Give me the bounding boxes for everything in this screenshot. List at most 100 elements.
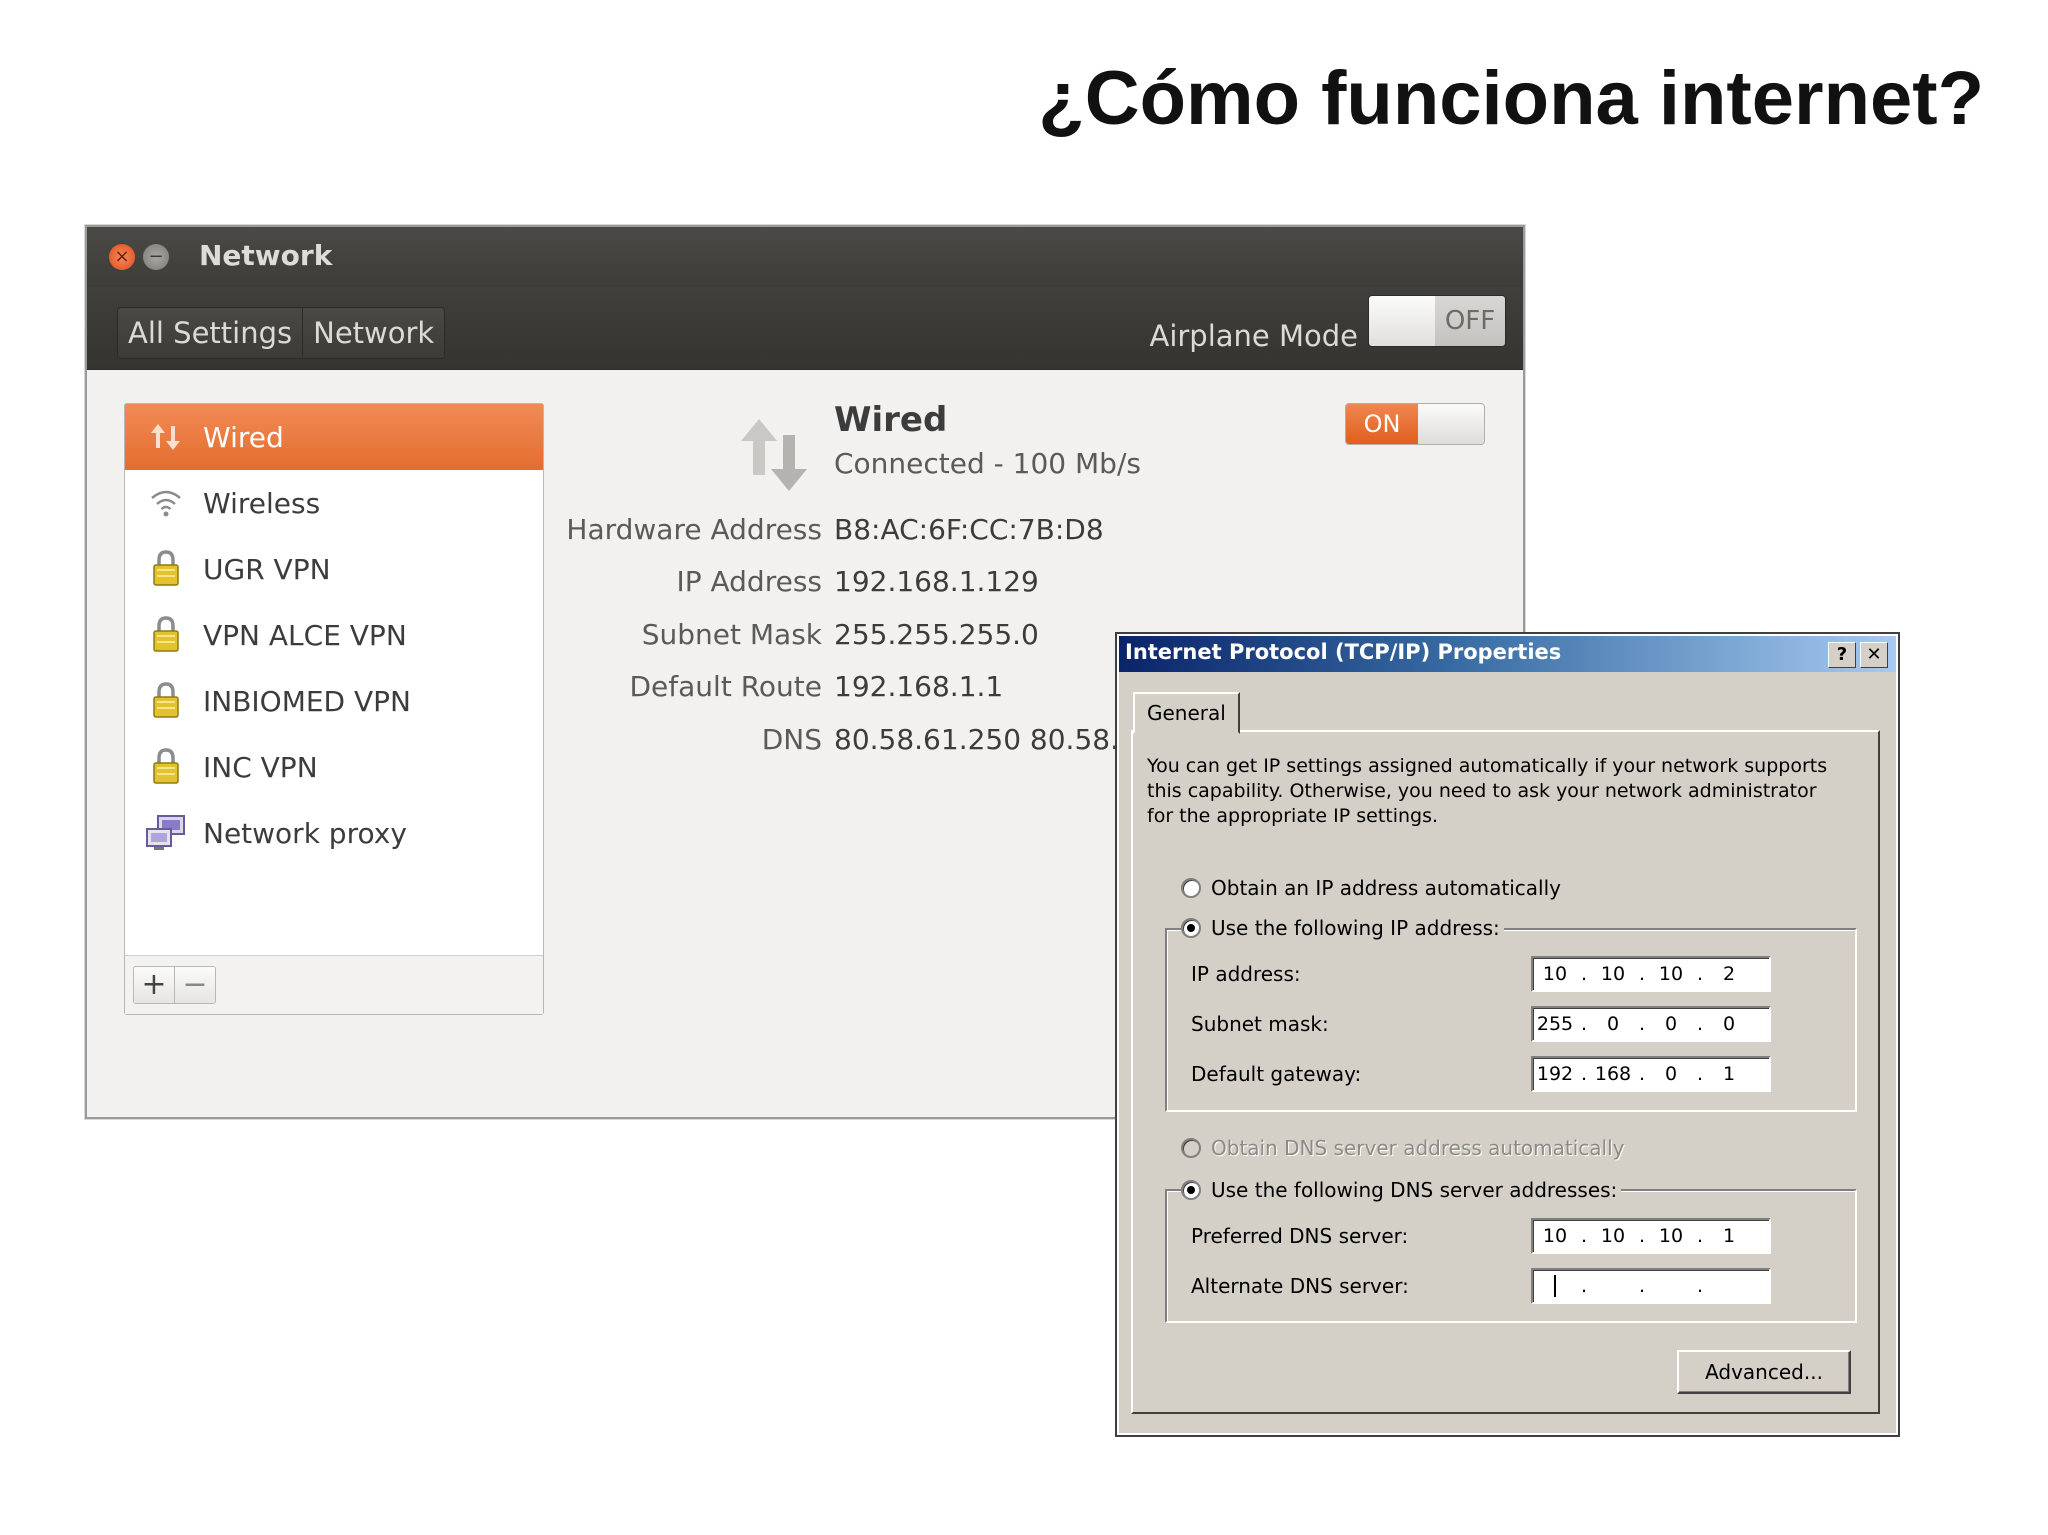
octet: 1 bbox=[1722, 1063, 1736, 1085]
advanced-button[interactable]: Advanced... bbox=[1677, 1350, 1851, 1394]
alternate-dns-label: Alternate DNS server: bbox=[1191, 1274, 1409, 1298]
preferred-dns-label: Preferred DNS server: bbox=[1191, 1224, 1409, 1248]
sidebar-item-network-proxy[interactable]: Network proxy bbox=[125, 800, 543, 866]
octet-dot: . bbox=[1638, 1013, 1646, 1035]
octet-dot: . bbox=[1696, 1275, 1704, 1297]
connection-title: Wired bbox=[834, 400, 948, 440]
octet: 168 bbox=[1594, 1063, 1632, 1085]
ip-address-row: IP address: 10. 10. 10. 2 bbox=[1191, 956, 1771, 992]
sidebar-item-label: UGR VPN bbox=[203, 552, 331, 586]
radio-label: Use the following IP address: bbox=[1211, 916, 1500, 940]
wired-arrows-icon bbox=[137, 422, 195, 452]
property-value: 192.168.1.129 bbox=[834, 565, 1039, 598]
close-icon[interactable]: × bbox=[109, 244, 135, 270]
breadcrumb-network[interactable]: Network bbox=[302, 308, 445, 358]
text-cursor bbox=[1554, 1275, 1556, 1298]
tab-general[interactable]: General bbox=[1133, 692, 1240, 734]
subnet-mask-label: Subnet mask: bbox=[1191, 1012, 1329, 1036]
octet-dot: . bbox=[1580, 1225, 1588, 1247]
window-title: Network bbox=[199, 239, 333, 272]
radio-label: Obtain DNS server address automatically bbox=[1211, 1136, 1625, 1160]
octet: 10 bbox=[1600, 1225, 1626, 1247]
radio-obtain-dns-auto[interactable]: Obtain DNS server address automatically bbox=[1181, 1136, 1625, 1160]
preferred-dns-row: Preferred DNS server: 10. 10. 10. 1 bbox=[1191, 1218, 1771, 1254]
radio-use-following-ip[interactable]: Use the following IP address: bbox=[1181, 916, 1504, 940]
default-gateway-row: Default gateway: 192. 168. 0. 1 bbox=[1191, 1056, 1771, 1092]
property-key: Hardware Address bbox=[566, 513, 822, 546]
octet: 1 bbox=[1722, 1225, 1736, 1247]
breadcrumb: All Settings Network bbox=[117, 307, 446, 359]
octet: 255 bbox=[1536, 1013, 1574, 1035]
octet-dot: . bbox=[1696, 963, 1704, 985]
intro-text: You can get IP settings assigned automat… bbox=[1147, 755, 1828, 827]
default-gateway-label: Default gateway: bbox=[1191, 1062, 1362, 1086]
octet-dot: . bbox=[1638, 1275, 1646, 1297]
help-button[interactable]: ? bbox=[1828, 642, 1856, 668]
octet bbox=[1533, 1275, 1577, 1298]
sidebar-footer: + − bbox=[125, 955, 543, 1014]
property-value: 255.255.255.0 bbox=[834, 618, 1039, 651]
octet-dot: . bbox=[1638, 963, 1646, 985]
property-value: 80.58.61.250 80.58.61. bbox=[834, 723, 1164, 756]
sidebar-item-label: INBIOMED VPN bbox=[203, 684, 412, 718]
octet-dot: . bbox=[1638, 1063, 1646, 1085]
octet: 10 bbox=[1542, 963, 1568, 985]
radio-button[interactable] bbox=[1181, 878, 1201, 898]
octet: 0 bbox=[1606, 1013, 1620, 1035]
add-connection-button[interactable]: + bbox=[134, 967, 174, 1003]
sidebar-item-wired[interactable]: Wired bbox=[125, 404, 543, 470]
breadcrumb-all-settings[interactable]: All Settings bbox=[118, 308, 303, 358]
radio-button[interactable] bbox=[1181, 1138, 1201, 1158]
property-dns: DNS 80.58.61.250 80.58.61. bbox=[437, 723, 1164, 763]
radio-use-following-dns[interactable]: Use the following DNS server addresses: bbox=[1181, 1178, 1622, 1202]
octet-dot: . bbox=[1580, 1013, 1588, 1035]
dialog-titlebar: Internet Protocol (TCP/IP) Properties ? … bbox=[1119, 636, 1896, 672]
window-titlebar: × − Network bbox=[87, 227, 1523, 287]
octet-dot: . bbox=[1638, 1225, 1646, 1247]
octet: 0 bbox=[1664, 1013, 1678, 1035]
octet-dot: . bbox=[1580, 1275, 1588, 1297]
sidebar-item-label: INC VPN bbox=[203, 750, 318, 784]
airplane-mode-state: OFF bbox=[1435, 296, 1505, 346]
default-gateway-input[interactable]: 192. 168. 0. 1 bbox=[1531, 1056, 1771, 1092]
switch-knob bbox=[1418, 404, 1484, 444]
toolbar: All Settings Network Airplane Mode bbox=[87, 287, 1523, 370]
close-button[interactable]: ✕ bbox=[1860, 642, 1888, 668]
remove-connection-button[interactable]: − bbox=[174, 967, 215, 1003]
sidebar-item-label: Wireless bbox=[203, 486, 321, 520]
ip-address-label: IP address: bbox=[1191, 962, 1301, 986]
property-subnet-mask: Subnet Mask 255.255.255.0 bbox=[437, 618, 1039, 658]
lock-icon bbox=[137, 681, 195, 721]
lock-icon bbox=[137, 615, 195, 655]
radio-label: Use the following DNS server addresses: bbox=[1211, 1178, 1618, 1202]
radio-label: Obtain an IP address automatically bbox=[1211, 876, 1562, 900]
proxy-icon bbox=[137, 813, 195, 853]
preferred-dns-input[interactable]: 10. 10. 10. 1 bbox=[1531, 1218, 1771, 1254]
connection-status: Connected - 100 Mb/s bbox=[834, 447, 1141, 480]
octet-dot: . bbox=[1696, 1225, 1704, 1247]
octet: 10 bbox=[1658, 1225, 1684, 1247]
octet: 0 bbox=[1722, 1013, 1736, 1035]
property-ip-address: IP Address 192.168.1.129 bbox=[437, 565, 1039, 605]
property-key: Default Route bbox=[629, 670, 823, 703]
alternate-dns-input[interactable]: . . . bbox=[1531, 1268, 1771, 1304]
property-value: B8:AC:6F:CC:7B:D8 bbox=[834, 513, 1104, 546]
radio-obtain-ip-auto[interactable]: Obtain an IP address automatically bbox=[1181, 876, 1561, 900]
ip-address-input[interactable]: 10. 10. 10. 2 bbox=[1531, 956, 1771, 992]
alternate-dns-row: Alternate DNS server: . . . bbox=[1191, 1268, 1771, 1304]
octet-dot: . bbox=[1580, 963, 1588, 985]
subnet-mask-input[interactable]: 255. 0. 0. 0 bbox=[1531, 1006, 1771, 1042]
add-remove-buttons: + − bbox=[133, 966, 216, 1004]
radio-button[interactable] bbox=[1181, 1180, 1201, 1200]
octet: 10 bbox=[1542, 1225, 1568, 1247]
octet-dot: . bbox=[1580, 1063, 1588, 1085]
property-value: 192.168.1.1 bbox=[834, 670, 1004, 703]
airplane-mode-switch[interactable]: OFF bbox=[1368, 295, 1506, 347]
property-default-route: Default Route 192.168.1.1 bbox=[437, 670, 1004, 710]
switch-knob bbox=[1369, 296, 1435, 346]
minimize-icon[interactable]: − bbox=[143, 244, 169, 270]
radio-button[interactable] bbox=[1181, 918, 1201, 938]
wired-on-switch[interactable]: ON bbox=[1345, 403, 1485, 445]
sidebar-item-label: VPN ALCE VPN bbox=[203, 618, 407, 652]
dialog-title: Internet Protocol (TCP/IP) Properties bbox=[1125, 640, 1562, 664]
